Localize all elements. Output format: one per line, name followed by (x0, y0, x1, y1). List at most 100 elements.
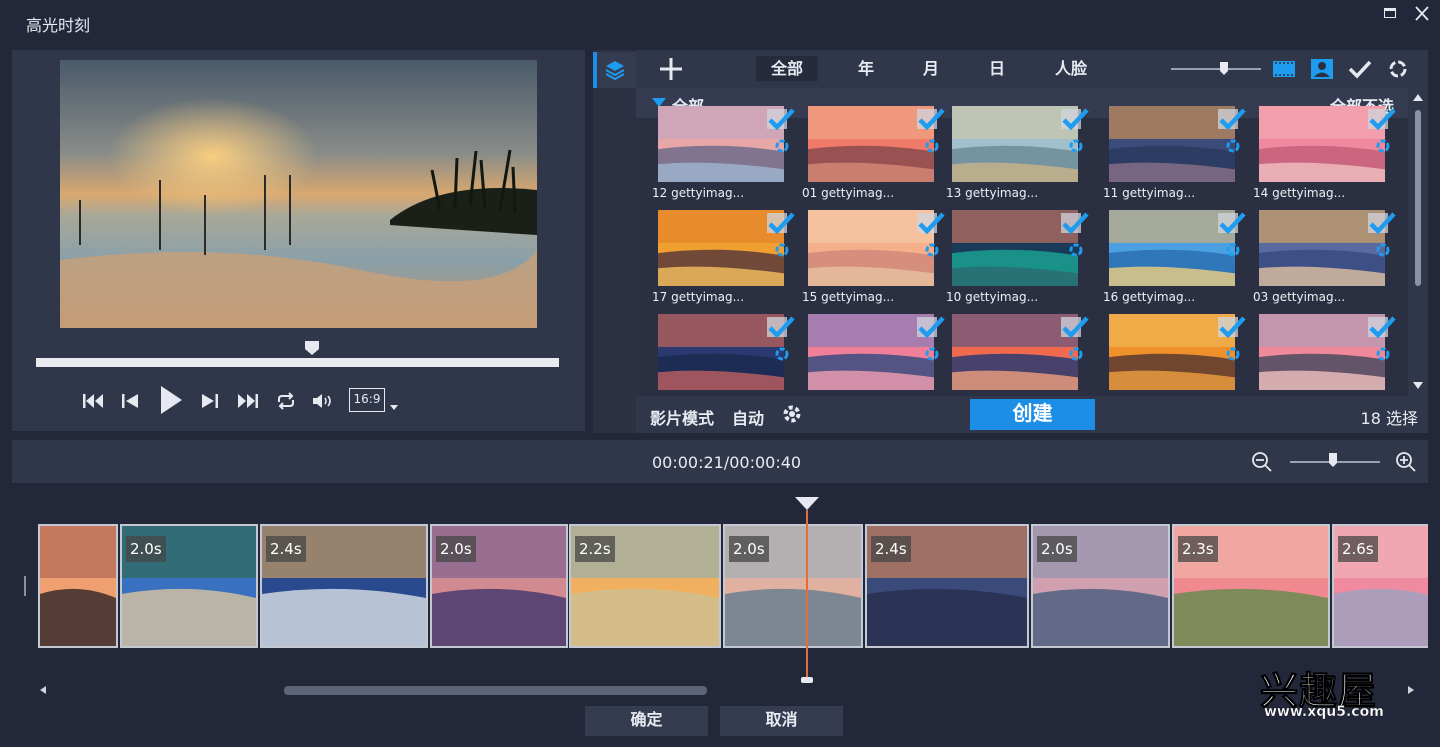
thumbnail-item[interactable]: 16 gettyimag... (1103, 210, 1246, 310)
timeline-clip[interactable]: 2.2s (569, 524, 721, 648)
refresh-icon (1069, 139, 1083, 153)
timeline-clip[interactable]: 2.0s (723, 524, 863, 648)
checkbox-checked-icon[interactable] (766, 316, 796, 346)
checkbox-checked-icon[interactable] (916, 212, 946, 242)
playhead-foot[interactable] (801, 677, 813, 683)
create-button[interactable]: 创建 (970, 399, 1095, 430)
thumbnail-item[interactable] (658, 314, 795, 396)
thumbnail-item[interactable]: 10 gettyimag... (946, 210, 1089, 310)
tab-all[interactable]: 全部 (756, 56, 818, 81)
previous-frame-icon[interactable] (120, 388, 140, 414)
refresh-icon (775, 139, 789, 153)
zoom-in-icon[interactable] (1394, 450, 1418, 474)
ok-button[interactable]: 确定 (585, 706, 708, 736)
checkbox-checked-icon[interactable] (766, 108, 796, 138)
gear-icon[interactable] (781, 403, 803, 425)
person-icon[interactable] (1310, 58, 1334, 80)
maximize-icon[interactable] (1378, 6, 1402, 22)
refresh-icon (1226, 243, 1240, 257)
scroll-thumb[interactable] (1415, 110, 1421, 286)
cancel-button[interactable]: 取消 (720, 706, 843, 736)
refresh-icon (1069, 347, 1083, 361)
playhead-handle[interactable] (795, 497, 819, 510)
repeat-icon[interactable] (275, 388, 297, 414)
tab-year[interactable]: 年 (846, 56, 886, 81)
checkbox-checked-icon[interactable] (916, 316, 946, 346)
checkbox-checked-icon[interactable] (1060, 212, 1090, 242)
selection-count: 18 选择 (1360, 409, 1418, 428)
volume-icon[interactable] (312, 388, 334, 414)
checkmark-icon[interactable] (1348, 58, 1372, 80)
thumbnail-item[interactable]: 14 gettyimag... (1253, 106, 1396, 206)
thumbnail-item[interactable]: 15 gettyimag... (802, 210, 945, 310)
checkbox-checked-icon[interactable] (1367, 108, 1397, 138)
zoom-slider-handle[interactable] (1328, 452, 1338, 468)
thumbnail-item[interactable] (1109, 314, 1246, 396)
thumbnail-item[interactable]: 17 gettyimag... (652, 210, 795, 310)
checkbox-checked-icon[interactable] (1367, 212, 1397, 242)
timeline-clip[interactable]: 2.4s (260, 524, 428, 648)
thumbnail-name: 15 gettyimag... (802, 290, 895, 304)
clip-duration: 2.0s (436, 536, 476, 562)
chevron-down-icon[interactable] (390, 405, 398, 410)
tab-day[interactable]: 日 (980, 56, 1014, 81)
play-icon[interactable] (158, 384, 184, 416)
thumbnail-item[interactable]: 13 gettyimag... (946, 106, 1089, 206)
refresh-icon (1226, 139, 1240, 153)
thumbnail-item[interactable]: 12 gettyimag... (652, 106, 795, 206)
timeline-scroll-thumb[interactable] (284, 686, 707, 695)
timeline-clip[interactable] (38, 524, 118, 648)
skip-to-start-icon[interactable] (82, 388, 104, 414)
aspect-ratio-button[interactable]: 16:9 (349, 388, 385, 412)
checkbox-checked-icon[interactable] (1217, 108, 1247, 138)
thumbnail-item[interactable] (808, 314, 945, 396)
filmstrip-icon[interactable] (1272, 58, 1296, 80)
next-frame-icon[interactable] (200, 388, 220, 414)
thumbnail-item[interactable] (1259, 314, 1396, 396)
timeline-header: 00:00:21/00:00:40 (12, 440, 1428, 483)
timeline-clip[interactable]: 2.0s (430, 524, 568, 648)
add-icon[interactable] (658, 56, 684, 82)
timeline-clip[interactable]: 2.4s (865, 524, 1029, 648)
grid-scrollbar[interactable] (1408, 88, 1428, 396)
timeline-clip[interactable]: 2.0s (120, 524, 258, 648)
thumbnail-name: 11 gettyimag... (1103, 186, 1196, 200)
movie-mode-value[interactable]: 自动 (732, 405, 764, 429)
tab-faces[interactable]: 人脸 (1046, 56, 1096, 81)
thumbnail-name: 12 gettyimag... (652, 186, 745, 200)
scrub-bar[interactable] (36, 358, 559, 367)
scroll-up-icon[interactable] (1413, 94, 1423, 101)
thumbnail-size-slider[interactable] (1171, 68, 1261, 70)
thumbnail-item[interactable]: 03 gettyimag... (1253, 210, 1396, 310)
checkbox-checked-icon[interactable] (916, 108, 946, 138)
thumbnail-name: 14 gettyimag... (1253, 186, 1346, 200)
preview-panel: 16:9 (12, 50, 585, 431)
checkbox-checked-icon[interactable] (1217, 316, 1247, 346)
tab-month[interactable]: 月 (914, 56, 948, 81)
checkbox-checked-icon[interactable] (1367, 316, 1397, 346)
checkbox-checked-icon[interactable] (1217, 212, 1247, 242)
thumbnail-item[interactable]: 11 gettyimag... (1103, 106, 1246, 206)
refresh-icon[interactable] (1386, 58, 1410, 80)
sidebar-item-library[interactable] (593, 52, 636, 88)
timeline-scrollbar[interactable] (12, 684, 1428, 696)
checkbox-checked-icon[interactable] (1060, 316, 1090, 346)
watermark: 兴趣屋 www.xqu5.com (1258, 660, 1398, 726)
close-icon[interactable] (1410, 6, 1434, 22)
checkbox-checked-icon[interactable] (766, 212, 796, 242)
thumbnail-item[interactable]: 01 gettyimag... (802, 106, 945, 206)
timeline-clip[interactable]: 2.0s (1031, 524, 1170, 648)
scroll-right-icon[interactable] (1408, 686, 1414, 694)
timeline-clip[interactable]: 2.6s (1332, 524, 1428, 648)
thumbnail-item[interactable] (952, 314, 1089, 396)
scrub-handle[interactable] (304, 340, 320, 356)
skip-to-end-icon[interactable] (237, 388, 259, 414)
scroll-left-icon[interactable] (40, 686, 46, 694)
zoom-out-icon[interactable] (1250, 450, 1274, 474)
checkbox-checked-icon[interactable] (1060, 108, 1090, 138)
timeline-clip[interactable]: 2.3s (1172, 524, 1330, 648)
refresh-icon (1376, 347, 1390, 361)
timeline-grip[interactable] (24, 576, 26, 596)
scroll-down-icon[interactable] (1413, 382, 1423, 389)
slider-handle[interactable] (1219, 61, 1229, 76)
